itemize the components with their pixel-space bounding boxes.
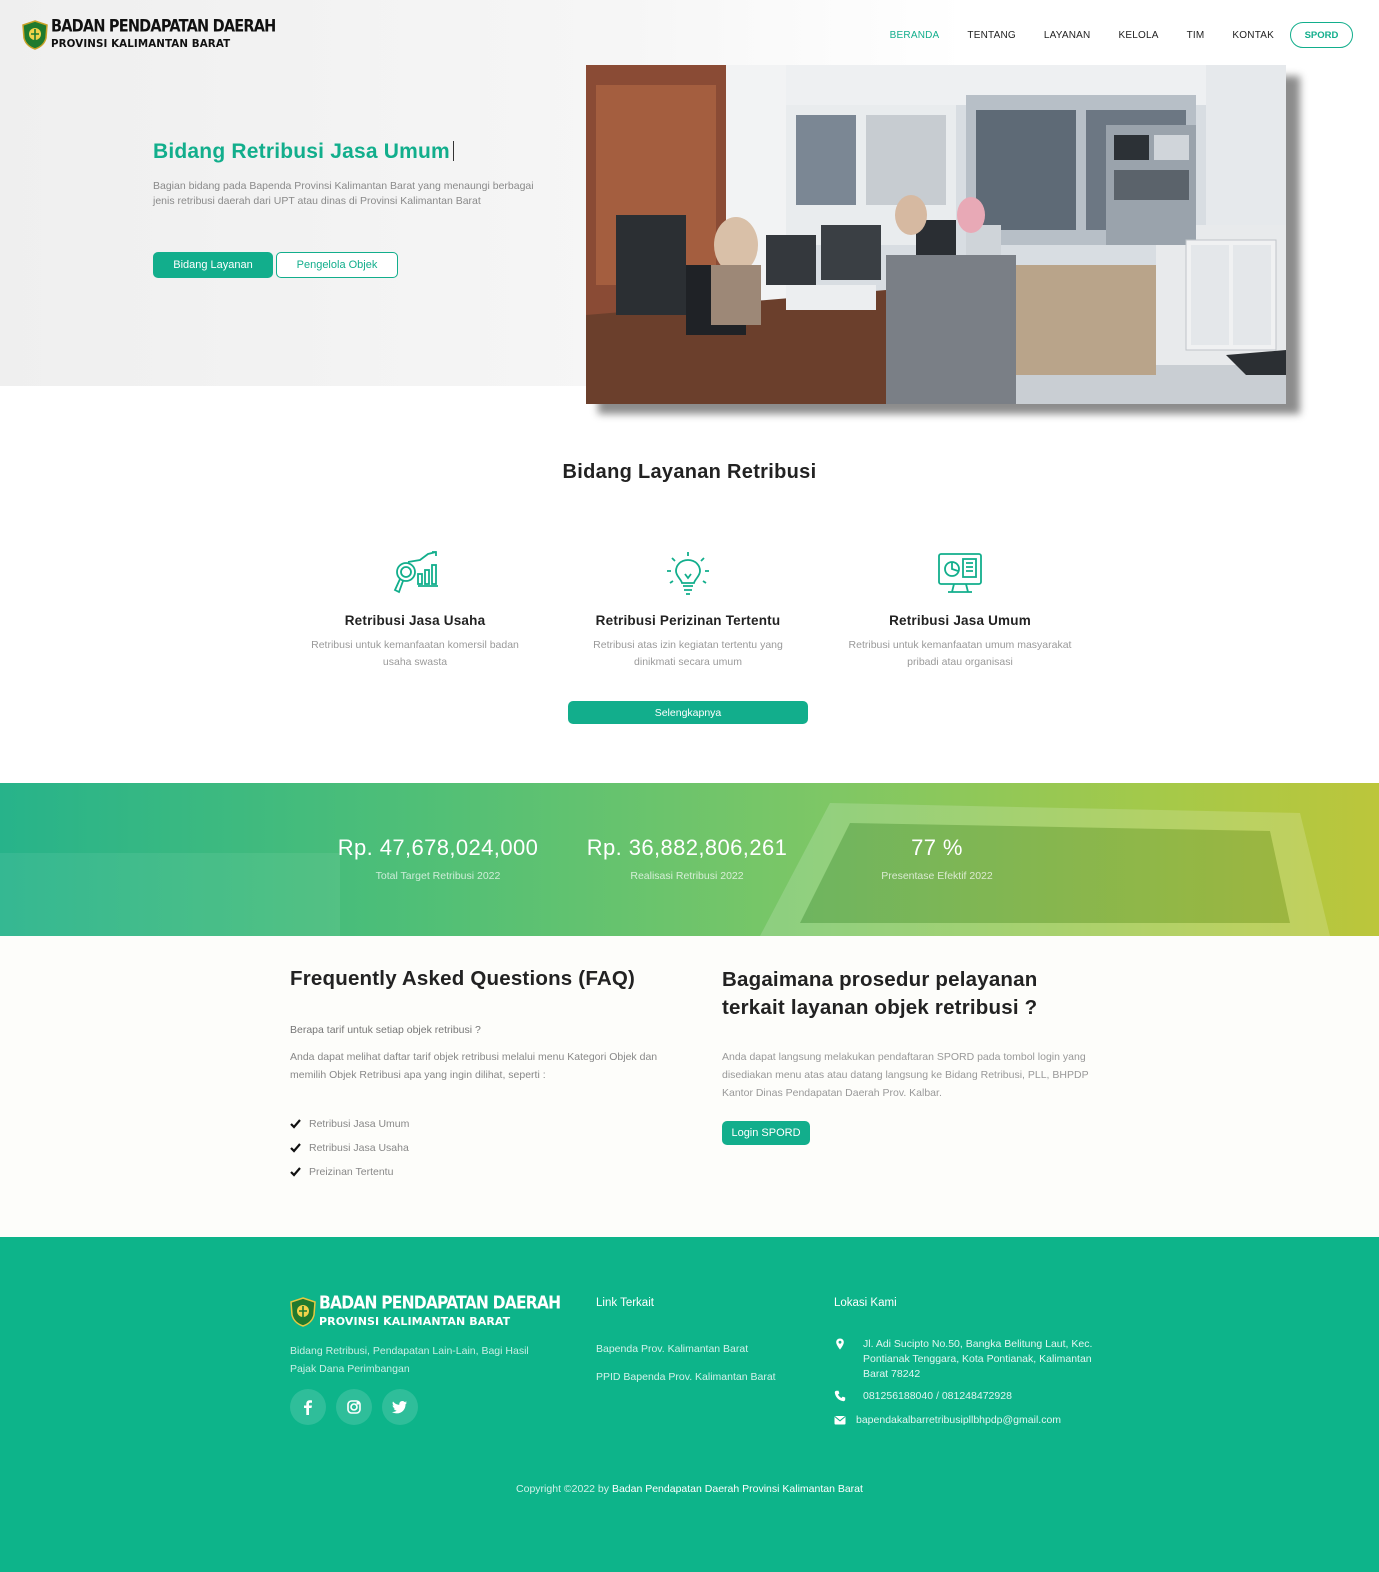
hero-title: Bidang Retribusi Jasa Umum: [153, 140, 454, 164]
list-item-label: Preizinan Tertentu: [309, 1166, 394, 1178]
top-navbar: BADAN PENDAPATAN DAERAH PROVINSI KALIMAN…: [0, 0, 1379, 70]
check-icon: [290, 1119, 301, 1129]
instagram-icon: [347, 1400, 361, 1414]
check-icon: [290, 1143, 301, 1153]
brand-subtitle: PROVINSI KALIMANTAN BARAT: [319, 1314, 511, 1328]
bidang-layanan-button[interactable]: Bidang Layanan: [153, 252, 273, 278]
nav-kelola[interactable]: KELOLA: [1118, 30, 1158, 41]
service-description: Retribusi untuk kemanfaatan komersil bad…: [311, 639, 519, 668]
nav-kontak[interactable]: KONTAK: [1232, 30, 1274, 41]
list-item: Preizinan Tertentu: [290, 1160, 409, 1184]
faq-section: [0, 936, 1379, 1237]
office-photo: [586, 65, 1286, 404]
hero-description: Bagian bidang pada Bapenda Provinsi Kali…: [153, 180, 534, 207]
nav-beranda[interactable]: BERANDA: [890, 30, 940, 41]
social-links: [290, 1389, 428, 1425]
stat-target: Rp. 47,678,024,000 Total Target Retribus…: [318, 835, 558, 882]
twitter-icon: [392, 1401, 407, 1414]
email-item[interactable]: bapendakalbarretribusipllbhpdp@gmail.com: [834, 1413, 1061, 1428]
faq-title: Frequently Asked Questions (FAQ): [290, 967, 636, 990]
lightbulb-idea-icon: [667, 552, 709, 595]
nav-tentang[interactable]: TENTANG: [967, 30, 1015, 41]
faq-answer: Anda dapat melihat daftar tarif objek re…: [290, 1051, 658, 1081]
login-spord-button[interactable]: Login SPORD: [722, 1121, 810, 1145]
location-title: Lokasi Kami: [834, 1297, 897, 1309]
copyright: Copyright ©2022 by Badan Pendapatan Daer…: [0, 1483, 1379, 1495]
brand-logo[interactable]: BADAN PENDAPATAN DAERAH PROVINSI KALIMAN…: [22, 17, 276, 50]
nav-tim[interactable]: TIM: [1187, 30, 1205, 41]
list-item: Retribusi Jasa Umum: [290, 1112, 409, 1136]
envelope-icon: [834, 1416, 846, 1425]
pengelola-objek-button[interactable]: Pengelola Objek: [276, 252, 398, 278]
facebook-icon: [304, 1400, 312, 1415]
copyright-org[interactable]: Badan Pendapatan Daerah Provinsi Kaliman…: [612, 1483, 863, 1495]
phone-text: 081256188040 / 081248472928: [863, 1390, 1012, 1402]
link-ppid[interactable]: PPID Bapenda Prov. Kalimantan Barat: [596, 1371, 776, 1383]
stats-band: Rp. 47,678,024,000 Total Target Retribus…: [0, 783, 1379, 936]
stat-value: Rp. 36,882,806,261: [586, 835, 788, 860]
links-title: Link Terkait: [596, 1297, 654, 1309]
typing-caret: [452, 141, 454, 161]
emblem-icon: [290, 1297, 316, 1327]
instagram-link[interactable]: [336, 1389, 372, 1425]
footer: BADAN PENDAPATAN DAERAH PROVINSI KALIMAN…: [0, 1237, 1379, 1572]
service-title: Retribusi Jasa Umum: [889, 613, 1031, 628]
stat-value: Rp. 47,678,024,000: [337, 835, 539, 860]
stat-label: Total Target Retribusi 2022: [375, 870, 501, 882]
phone-icon: [834, 1390, 846, 1402]
service-title: Retribusi Jasa Usaha: [344, 613, 486, 628]
address-item: Jl. Adi Sucipto No.50, Bangka Belitung L…: [834, 1337, 1094, 1382]
faq-question: Berapa tarif untuk setiap objek retribus…: [290, 1024, 481, 1036]
link-bapenda[interactable]: Bapenda Prov. Kalimantan Barat: [596, 1343, 748, 1355]
service-description: Retribusi atas izin kegiatan tertentu ya…: [593, 639, 783, 668]
procedure-title: Bagaimana prosedur pelayanan terkait lay…: [722, 968, 1038, 1019]
map-pin-icon: [836, 1338, 844, 1350]
footer-logo[interactable]: BADAN PENDAPATAN DAERAH PROVINSI KALIMAN…: [290, 1292, 561, 1328]
main-nav: BERANDA TENTANG LAYANAN KELOLA TIM KONTA…: [876, 22, 1353, 48]
office-scene-illustration: [586, 65, 1286, 404]
analytics-search-icon: [393, 551, 438, 594]
service-description: Retribusi untuk kemanfaatan umum masyara…: [848, 639, 1072, 668]
list-item-label: Retribusi Jasa Umum: [309, 1118, 410, 1130]
nav-layanan[interactable]: LAYANAN: [1044, 30, 1091, 41]
spord-button[interactable]: SPORD: [1290, 22, 1353, 48]
service-title: Retribusi Perizinan Tertentu: [595, 613, 781, 628]
stat-label: Realisasi Retribusi 2022: [630, 870, 744, 882]
procedure-description: Anda dapat langsung melakukan pendaftara…: [722, 1051, 1089, 1099]
service-card-jasa-umum[interactable]: Retribusi Jasa Umum Retribusi untuk kema…: [830, 550, 1090, 671]
check-icon: [290, 1167, 301, 1177]
phone-item: 081256188040 / 081248472928: [834, 1389, 1012, 1404]
monitor-report-icon: [938, 553, 982, 593]
service-card-perizinan-tertentu[interactable]: Retribusi Perizinan Tertentu Retribusi a…: [558, 550, 818, 671]
brand-name: BADAN PENDAPATAN DAERAH: [319, 1292, 561, 1314]
emblem-icon: [22, 20, 48, 50]
brand-subtitle: PROVINSI KALIMANTAN BARAT: [51, 37, 231, 50]
stat-realisasi: Rp. 36,882,806,261 Realisasi Retribusi 2…: [567, 835, 807, 882]
copyright-prefix: Copyright ©2022 by: [516, 1483, 610, 1495]
list-item: Retribusi Jasa Usaha: [290, 1136, 409, 1160]
brand-name: BADAN PENDAPATAN DAERAH: [51, 17, 276, 37]
email-text: bapendakalbarretribusipllbhpdp@gmail.com: [856, 1414, 1062, 1426]
faq-list: Retribusi Jasa Umum Retribusi Jasa Usaha…: [290, 1112, 409, 1184]
address-text: Jl. Adi Sucipto No.50, Bangka Belitung L…: [863, 1338, 1093, 1380]
stat-value: 77 %: [911, 835, 963, 860]
list-item-label: Retribusi Jasa Usaha: [309, 1142, 409, 1154]
stat-presentase: 77 % Presentase Efektif 2022: [817, 835, 1057, 882]
stat-label: Presentase Efektif 2022: [881, 870, 993, 882]
selengkapnya-button[interactable]: Selengkapnya: [568, 701, 808, 724]
facebook-link[interactable]: [290, 1389, 326, 1425]
twitter-link[interactable]: [382, 1389, 418, 1425]
footer-description: Bidang Retribusi, Pendapatan Lain-Lain, …: [290, 1345, 529, 1375]
service-card-jasa-usaha[interactable]: Retribusi Jasa Usaha Retribusi untuk kem…: [285, 550, 545, 671]
services-title: Bidang Layanan Retribusi: [562, 461, 817, 483]
